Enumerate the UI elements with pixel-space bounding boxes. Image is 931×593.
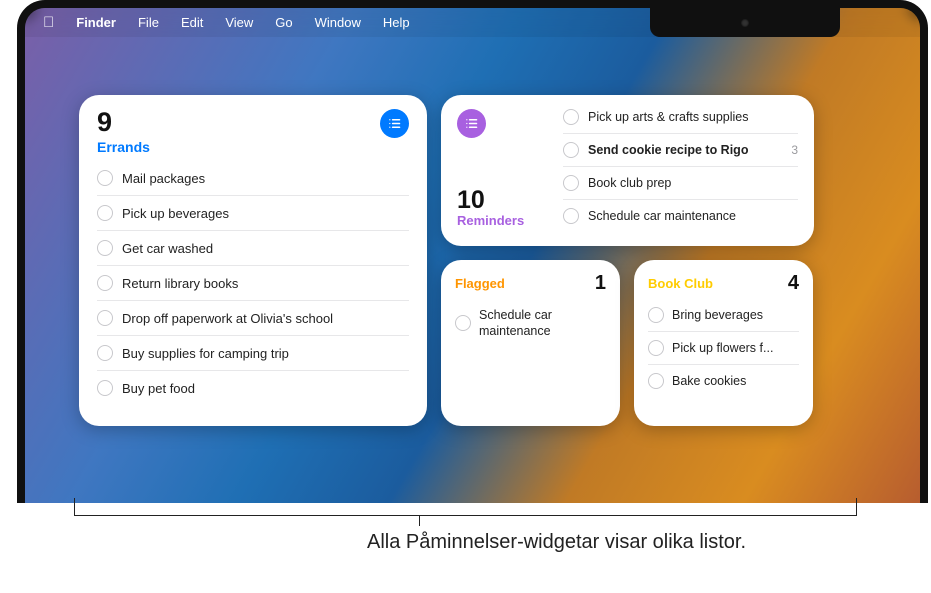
bookclub-list: Bring beverages Pick up flowers f... Bak… (648, 299, 799, 397)
checkbox-icon[interactable] (563, 175, 579, 191)
bracket-line (74, 498, 857, 516)
flagged-count: 1 (595, 272, 606, 295)
checkbox-icon[interactable] (648, 340, 664, 356)
flagged-header: Flagged 1 (455, 272, 606, 295)
reminders-list: Pick up arts & crafts supplies Send cook… (563, 109, 798, 232)
reminder-item[interactable]: Schedule car maintenance (563, 199, 798, 232)
reminder-item[interactable]: Send cookie recipe to Rigo3 (563, 133, 798, 166)
widget-errands[interactable]: 9 Errands Mail packages Pick up beverage… (79, 95, 427, 426)
checkbox-icon[interactable] (97, 170, 113, 186)
reminder-item[interactable]: Bake cookies (648, 364, 799, 397)
checkbox-icon[interactable] (563, 208, 579, 224)
menu-window[interactable]: Window (315, 15, 361, 30)
small-widgets-row: Flagged 1 Schedule car maintenance Book … (441, 260, 814, 426)
flagged-list: Schedule car maintenance (455, 299, 606, 348)
widgets-area: 9 Errands Mail packages Pick up beverage… (79, 95, 814, 426)
reminder-item[interactable]: Mail packages (97, 161, 409, 195)
reminder-item[interactable]: Schedule car maintenance (455, 299, 606, 348)
annotation-caption: Alla Påminnelser-widgetar visar olika li… (367, 529, 797, 556)
errands-header: 9 Errands (97, 109, 409, 155)
list-bullet-icon (457, 109, 486, 138)
checkbox-icon[interactable] (563, 109, 579, 125)
reminders-label: Reminders (457, 213, 549, 228)
widget-flagged[interactable]: Flagged 1 Schedule car maintenance (441, 260, 620, 426)
bookclub-title: Book Club (648, 276, 713, 291)
reminder-item[interactable]: Book club prep (563, 166, 798, 199)
menu-view[interactable]: View (225, 15, 253, 30)
flagged-title: Flagged (455, 276, 505, 291)
reminder-item[interactable]: Buy pet food (97, 370, 409, 405)
reminder-item[interactable]: Pick up flowers f... (648, 331, 799, 364)
bookclub-count: 4 (788, 272, 799, 295)
checkbox-icon[interactable] (648, 307, 664, 323)
bookclub-header: Book Club 4 (648, 272, 799, 295)
checkbox-icon[interactable] (563, 142, 579, 158)
reminder-item[interactable]: Pick up arts & crafts supplies (563, 109, 798, 133)
app-name[interactable]: Finder (76, 15, 116, 30)
checkbox-icon[interactable] (97, 205, 113, 221)
widget-book-club[interactable]: Book Club 4 Bring beverages Pick up flow… (634, 260, 813, 426)
annotation-bracket (74, 498, 857, 516)
apple-menu-icon[interactable]:  (43, 15, 54, 30)
menu-help[interactable]: Help (383, 15, 410, 30)
reminder-item[interactable]: Bring beverages (648, 299, 799, 331)
errands-label: Errands (97, 139, 150, 155)
checkbox-icon[interactable] (97, 275, 113, 291)
checkbox-icon[interactable] (97, 240, 113, 256)
checkbox-icon[interactable] (97, 345, 113, 361)
checkbox-icon[interactable] (97, 380, 113, 396)
reminder-item[interactable]: Pick up beverages (97, 195, 409, 230)
reminders-header: 10 Reminders (457, 109, 549, 232)
errands-list: Mail packages Pick up beverages Get car … (97, 161, 409, 405)
mac-screen:  Finder File Edit View Go Window Help 9… (17, 0, 928, 503)
right-column: 10 Reminders Pick up arts & crafts suppl… (441, 95, 814, 426)
checkbox-icon[interactable] (455, 315, 471, 331)
camera-icon (741, 19, 749, 27)
widget-reminders[interactable]: 10 Reminders Pick up arts & crafts suppl… (441, 95, 814, 246)
desktop[interactable]: 9 Errands Mail packages Pick up beverage… (25, 37, 920, 503)
reminders-count: 10 (457, 187, 549, 213)
display-notch (650, 8, 840, 37)
reminder-item[interactable]: Return library books (97, 265, 409, 300)
reminder-item[interactable]: Drop off paperwork at Olivia's school (97, 300, 409, 335)
reminder-item[interactable]: Get car washed (97, 230, 409, 265)
list-bullet-icon (380, 109, 409, 138)
reminder-item[interactable]: Buy supplies for camping trip (97, 335, 409, 370)
menu-edit[interactable]: Edit (181, 15, 203, 30)
errands-count: 9 (97, 109, 150, 136)
menu-go[interactable]: Go (275, 15, 292, 30)
checkbox-icon[interactable] (648, 373, 664, 389)
menu-file[interactable]: File (138, 15, 159, 30)
checkbox-icon[interactable] (97, 310, 113, 326)
reminder-meta-count: 3 (791, 143, 798, 157)
